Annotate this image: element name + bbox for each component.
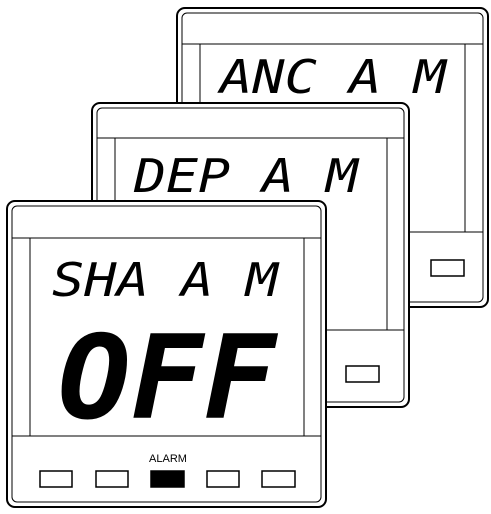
dep-button[interactable] [345, 365, 380, 383]
anc-top-readout: ANC A M [217, 50, 449, 104]
sha-button-5[interactable] [261, 470, 296, 488]
anc-button[interactable] [430, 259, 465, 277]
alarm-button-label: ALARM [149, 453, 187, 465]
display-sha: SHA A M OFF ALARM [6, 200, 327, 508]
sha-button-4[interactable] [206, 470, 240, 488]
sha-main-readout: OFF [58, 311, 278, 446]
sha-top-readout: SHA A M [52, 253, 281, 307]
sha-button-1[interactable] [39, 470, 73, 488]
dep-top-readout: DEP A M [133, 149, 361, 203]
display-stack-diagram: ANC A M DEP A M SHA A M OFF ALARM [6, 7, 489, 508]
sha-button-2[interactable] [95, 470, 129, 488]
alarm-button[interactable] [150, 470, 185, 488]
